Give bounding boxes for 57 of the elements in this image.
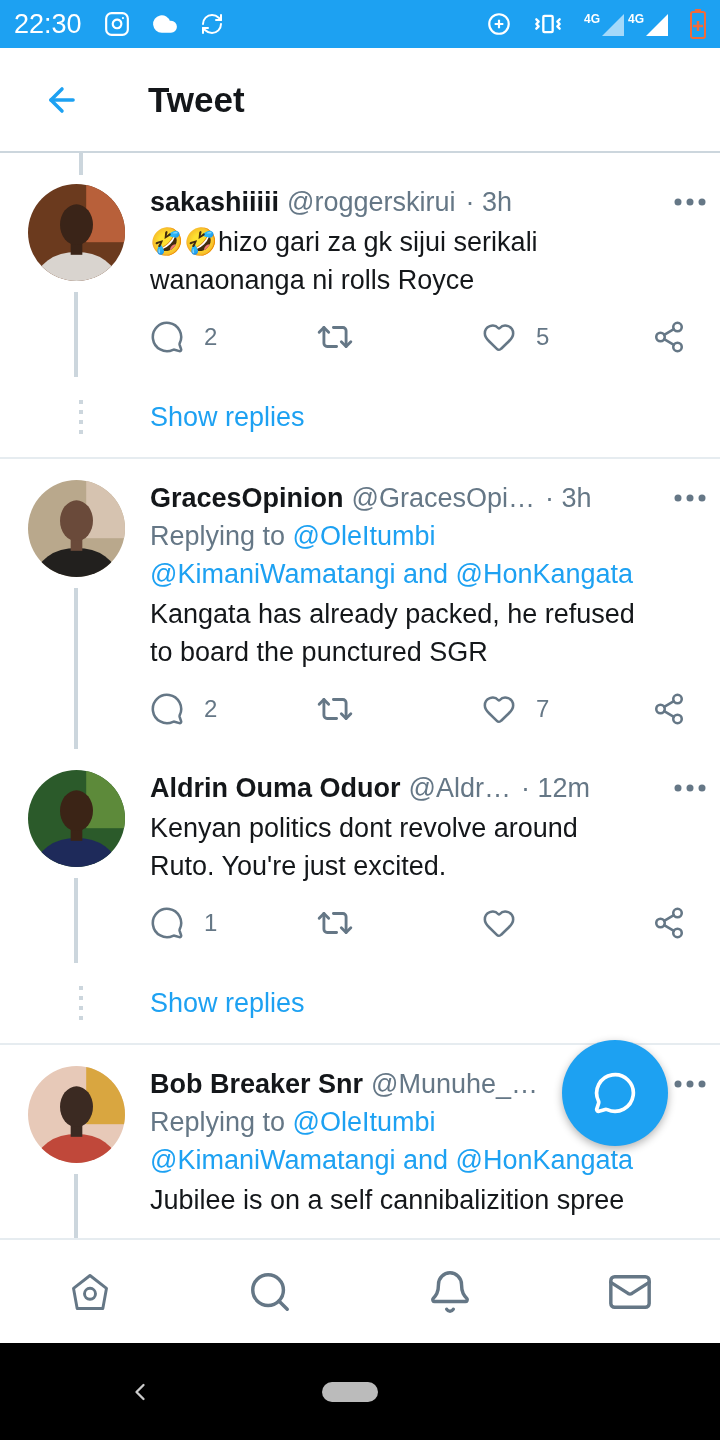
tweet-time: · 12m xyxy=(520,772,590,804)
user-handle: @roggerskirui xyxy=(287,186,456,218)
mention-link[interactable]: @KimaniWamatangi and @HonKangata xyxy=(150,1145,634,1175)
user-name: GracesOpinion xyxy=(150,482,344,514)
share-icon xyxy=(652,906,686,940)
more-button[interactable] xyxy=(674,494,706,502)
user-name: sakashiiiii xyxy=(150,186,280,218)
show-replies-link[interactable]: Show replies xyxy=(150,987,305,1019)
battery-icon xyxy=(690,9,706,39)
home-pill-button[interactable] xyxy=(322,1381,378,1402)
share-icon xyxy=(652,692,686,726)
more-icon xyxy=(674,494,706,502)
share-button[interactable] xyxy=(652,906,686,940)
tweet-text: Kangata has already packed, he refused to board the punctured SGR xyxy=(150,598,636,669)
share-button[interactable] xyxy=(652,692,686,726)
user-name: Aldrin Ouma Oduor xyxy=(150,772,401,804)
more-icon xyxy=(674,784,706,792)
replying-label: Replying to xyxy=(150,1107,286,1137)
reply-button[interactable]: 2 xyxy=(150,320,218,354)
page-title: Tweet xyxy=(148,79,245,120)
user-name: Bob Breaker Snr xyxy=(150,1068,364,1100)
like-button[interactable]: 7 xyxy=(482,692,550,726)
signal-icon xyxy=(644,12,668,36)
status-time: 22:30 xyxy=(14,8,82,40)
share-icon xyxy=(652,320,686,354)
reply-icon xyxy=(150,320,184,354)
user-handle: @Aldr… xyxy=(408,772,511,804)
like-button[interactable]: 5 xyxy=(482,320,550,354)
more-button[interactable] xyxy=(674,1080,706,1088)
share-button[interactable] xyxy=(652,320,686,354)
reply-button[interactable]: 2 xyxy=(150,692,218,726)
sync-icon xyxy=(199,12,224,36)
mention-link[interactable]: @KimaniWamatangi and @HonKangata xyxy=(150,559,634,589)
replying-label: Replying to xyxy=(150,521,286,551)
tweet-text: Kenyan politics dont revolve around Ruto. You're just excited. xyxy=(150,812,579,883)
compose-button[interactable] xyxy=(562,1040,668,1146)
network-label: 4G xyxy=(628,12,644,26)
more-icon xyxy=(674,198,706,206)
show-replies-link[interactable]: Show replies xyxy=(150,401,305,433)
mention-link[interactable]: @OleItumbi xyxy=(292,521,436,551)
network-label: 4G xyxy=(583,12,600,26)
user-handle: @GracesOpi… xyxy=(351,482,535,514)
tweet-text: Jubilee is on a self cannibalizition spree xyxy=(150,1184,626,1217)
user-handle: @Munuhe_… xyxy=(371,1068,539,1100)
more-button[interactable] xyxy=(674,784,706,792)
reply-button[interactable]: 1 xyxy=(150,906,218,940)
signal-icon xyxy=(600,12,624,36)
tweet-text: 🤣🤣hizo gari za gk sijui serikali wanaonanga ni rolls Royce xyxy=(150,226,539,297)
tweet-time: · 3h xyxy=(465,186,513,218)
reply-icon xyxy=(150,692,184,726)
instagram-icon xyxy=(103,11,130,37)
speech-bubble-icon xyxy=(593,1071,637,1115)
more-button[interactable] xyxy=(674,198,706,206)
more-icon xyxy=(674,1080,706,1088)
mention-link[interactable]: @OleItumbi xyxy=(292,1107,436,1137)
tweet-time: · 3h xyxy=(545,482,592,514)
reply-icon xyxy=(150,906,184,940)
